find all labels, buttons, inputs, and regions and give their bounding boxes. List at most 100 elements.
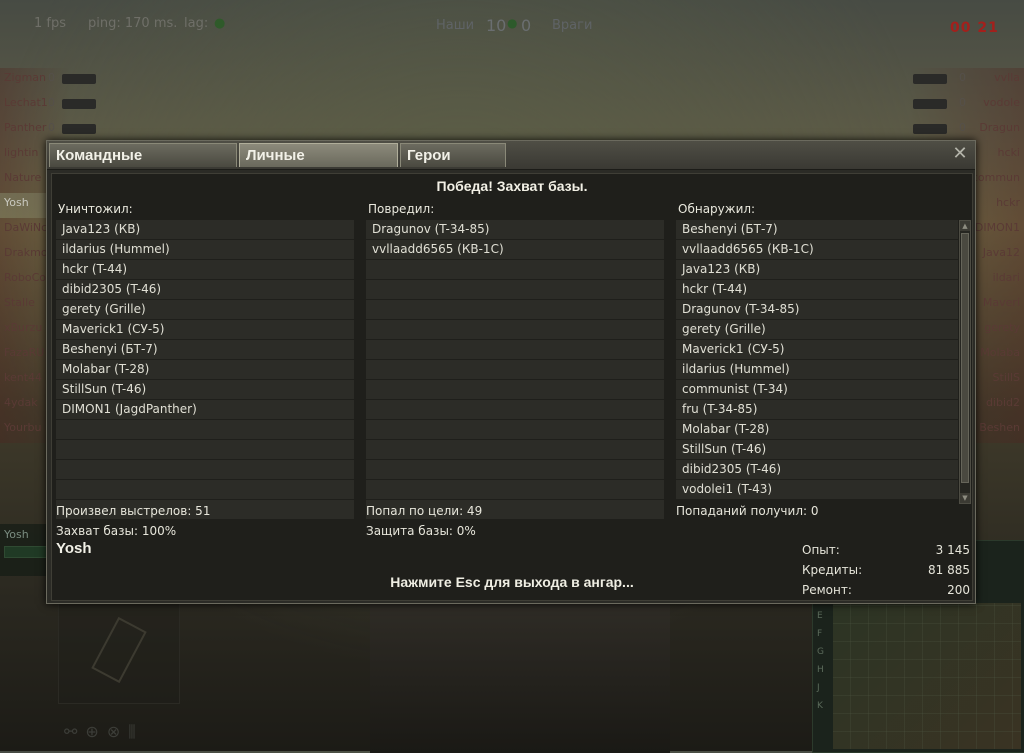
tab-personal-achievements[interactable]: Личные достижения <box>239 143 398 188</box>
enemy-player-row: vodole 0 <box>909 93 1024 118</box>
battle-timer: 00 21 <box>950 20 999 36</box>
tab-battle-heroes[interactable]: Герои битвы <box>400 143 506 188</box>
list-item: ildarius (Hummel) <box>676 360 958 379</box>
enemy-player-name: Java12 <box>982 246 1020 259</box>
hits-received: Попаданий получил: 0 <box>676 504 819 518</box>
ally-player-name: Nature <box>4 171 42 184</box>
tank-icon <box>913 74 947 84</box>
list-item: vvllaadd6565 (КВ-1С) <box>366 240 664 259</box>
list-item: Molabar (T-28) <box>676 420 958 439</box>
allies-score: 10 <box>486 16 507 35</box>
destroyed-list: Java123 (КВ) ildarius (Hummel) hckr (T-44)… <box>56 220 354 519</box>
minimap-grid <box>833 603 1021 749</box>
score-separator-icon: ● <box>507 16 518 30</box>
base-defense: Защита базы: 0% <box>366 524 476 538</box>
list-item: DIMON1 (JagdPanther) <box>56 400 354 419</box>
enemy-player-name: DIMON1 <box>974 221 1020 234</box>
list-item <box>56 480 354 499</box>
list-item: hckr (T-44) <box>676 280 958 299</box>
minimap-letter: F <box>817 629 823 639</box>
scroll-down-icon[interactable]: ▼ <box>960 493 970 503</box>
enemy-kill-count: 0 <box>959 121 966 134</box>
ally-player-row: Lechat1 0 <box>0 93 96 118</box>
list-item: vodolei1 (T-43) <box>676 480 958 499</box>
list-item: vvllaadd6565 (КВ-1С) <box>676 240 958 259</box>
list-item: StillSun (T-46) <box>56 380 354 399</box>
binoculars-icon: ⚯ <box>64 722 86 741</box>
list-item: dibid2305 (T-46) <box>56 280 354 299</box>
damaged-list: Dragunov (T-34-85) vvllaadd6565 (КВ-1С) <box>366 220 664 519</box>
ally-player-name: lightin <box>4 146 39 159</box>
reward-value: 3 145 <box>935 543 970 557</box>
minimap-letter: G <box>817 647 824 657</box>
scroll-up-icon[interactable]: ▲ <box>960 221 970 231</box>
minimap-letter: K <box>817 701 823 711</box>
list-item <box>366 480 664 499</box>
tank-icon <box>913 99 947 109</box>
enemy-player-name: Beshen <box>979 421 1020 434</box>
damaged-title: Повредил: <box>368 202 435 216</box>
close-icon[interactable]: ✕ <box>951 145 969 163</box>
list-item: Maverick1 (СУ-5) <box>676 340 958 359</box>
list-item: Dragunov (T-34-85) <box>676 300 958 319</box>
list-item: Beshenyi (БТ-7) <box>56 340 354 359</box>
allies-label: Наши <box>436 18 475 33</box>
list-item <box>366 440 664 459</box>
target-icon: ⊗ <box>106 722 129 741</box>
minimap-letter: E <box>817 611 823 621</box>
spotted-list: Beshenyi (БТ-7) vvllaadd6565 (КВ-1С) Java1… <box>676 220 958 499</box>
list-item: Maverick1 (СУ-5) <box>56 320 354 339</box>
list-item <box>366 380 664 399</box>
ally-kill-count: 0 <box>48 71 55 84</box>
list-item: fru (T-34-85) <box>676 400 958 419</box>
battle-hud-top: 1 fps ping: 170 ms. lag: ● Наши 10 ● 0 В… <box>0 0 1024 50</box>
list-item: StillSun (T-46) <box>676 440 958 459</box>
ally-player-row: Zigman 0 <box>0 68 96 93</box>
tank-icon <box>913 124 947 134</box>
enemy-player-name: StillS <box>992 371 1020 384</box>
ally-kill-count: 0 <box>48 121 55 134</box>
tab-bar: Командные достижения Личные достижения Г… <box>47 141 975 188</box>
ally-player-name: Yourbu <box>4 421 42 434</box>
spotted-title: Обнаружил: <box>678 202 756 216</box>
reward-experience: Опыт: 3 145 <box>802 540 970 560</box>
enemy-kill-count: 0 <box>959 71 966 84</box>
list-item <box>366 280 664 299</box>
rewards-panel: Опыт: 3 145 Кредиты: 81 885 Ремонт: 200 <box>802 540 970 600</box>
crosshair-icon: ⊕ <box>85 722 107 741</box>
damaged-column: Повредил: Dragunov (T-34-85) vvllaadd6565… <box>366 200 664 520</box>
destroyed-title: Уничтожил: <box>58 202 133 216</box>
tab-team-achievements[interactable]: Командные достижения <box>49 143 237 188</box>
list-item: gerety (Grille) <box>56 300 354 319</box>
enemy-kill-count: 0 <box>959 96 966 109</box>
enemies-label: Враги <box>552 18 593 33</box>
ally-kill-count: 0 <box>48 96 55 109</box>
list-item: hckr (T-44) <box>56 260 354 279</box>
shots-fired: Произвел выстрелов: 51 <box>56 504 211 518</box>
enemy-player-name: dibid2 <box>985 396 1020 409</box>
damage-panel <box>58 592 180 704</box>
enemy-player-name: commun <box>971 171 1020 184</box>
base-capture: Захват базы: 100% <box>56 524 177 538</box>
lag-readout: lag: <box>184 16 209 31</box>
lag-indicator-icon: ● <box>214 16 226 31</box>
ally-player-name: RoboCo <box>4 271 47 284</box>
list-item: Dragunov (T-34-85) <box>366 220 664 239</box>
hits-on-target: Попал по цели: 49 <box>366 504 483 518</box>
results-content: Победа! Захват базы. Уничтожил: Java123 … <box>51 173 973 601</box>
own-vehicle-name: Yosh <box>4 528 29 541</box>
list-item: Beshenyi (БТ-7) <box>676 220 958 239</box>
battle-result-title: Победа! Захват базы. <box>436 178 588 194</box>
crew-icons: ⚯⊕⊗⫼ <box>64 722 144 742</box>
list-item <box>56 440 354 459</box>
ally-player-name: Panther <box>4 121 47 134</box>
tank-hull-icon <box>91 616 147 684</box>
enemy-player-name: Molaba <box>980 346 1020 359</box>
list-item <box>366 300 664 319</box>
enemy-player-name: ildari <box>992 271 1020 284</box>
spotted-scrollbar[interactable]: ▲ ▼ <box>959 220 971 504</box>
scroll-thumb[interactable] <box>961 233 969 483</box>
minimap-letter: H <box>817 665 824 675</box>
tank-icon <box>62 99 96 109</box>
minimap-letter: J <box>817 683 820 693</box>
